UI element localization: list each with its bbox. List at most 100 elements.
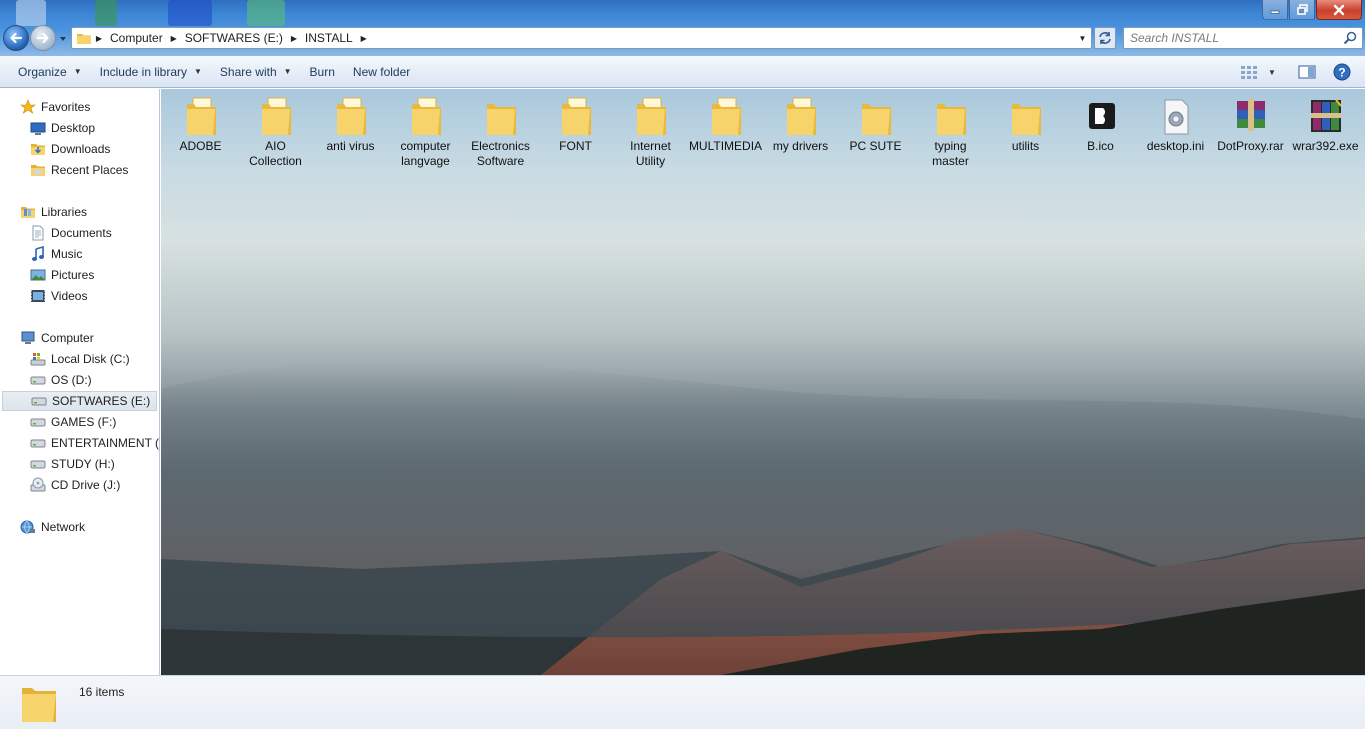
recent-places-icon (30, 162, 46, 178)
file-item-desktop-ini[interactable]: desktop.ini (1138, 89, 1213, 154)
icon-file-icon (1088, 103, 1115, 129)
chevron-right-icon[interactable]: ▶ (287, 34, 301, 43)
search-input[interactable] (1124, 28, 1334, 48)
file-item-b-ico[interactable]: B.ico (1063, 89, 1138, 154)
folder-icon (22, 688, 56, 722)
sidebar-item-study-h[interactable]: STUDY (H:) (0, 454, 159, 474)
sidebar-item-downloads[interactable]: Downloads (0, 139, 159, 159)
file-name: B.ico (1087, 139, 1114, 153)
sidebar-item-libraries[interactable]: Libraries (0, 202, 159, 222)
burn-button[interactable]: Burn (301, 56, 344, 87)
folder-item-adobe[interactable]: ADOBE (163, 89, 238, 154)
search-box[interactable] (1123, 27, 1363, 49)
organize-menu-button[interactable]: Organize ▼ (0, 56, 91, 87)
search-icon[interactable] (1343, 31, 1357, 45)
folder-item-multimedia[interactable]: MULTIMEDIA (688, 89, 763, 154)
refresh-icon (1099, 32, 1111, 44)
sidebar-item-label: GAMES (F:) (51, 415, 117, 429)
navigation-pane: Favorites Desktop Downloads Recent Place… (0, 89, 160, 675)
recent-pages-dropdown-icon[interactable] (58, 34, 68, 44)
breadcrumb-computer[interactable]: Computer (106, 28, 167, 48)
background-taskbar-hint (95, 0, 117, 26)
file-name: anti virus (326, 139, 375, 153)
arrow-right-icon (36, 32, 49, 44)
sidebar-item-label: Network (41, 520, 86, 534)
sidebar-item-label: STUDY (H:) (51, 457, 115, 471)
sidebar-item-pictures[interactable]: Pictures (0, 265, 159, 285)
pictures-icon (30, 267, 46, 283)
burn-label: Burn (309, 64, 335, 79)
sidebar-item-entertainment-g[interactable]: ENTERTAINMENT (G:) (0, 433, 159, 453)
sidebar-item-recent-places[interactable]: Recent Places (0, 160, 159, 180)
file-name: desktop.ini (1146, 139, 1205, 153)
chevron-down-icon: ▼ (1268, 67, 1276, 77)
sidebar-item-games-f[interactable]: GAMES (F:) (0, 412, 159, 432)
chevron-right-icon[interactable]: ▶ (92, 34, 106, 43)
sidebar-item-computer[interactable]: Computer (0, 328, 159, 348)
cd-drive-icon (30, 477, 46, 493)
folder-icon (936, 104, 966, 135)
address-history-dropdown-icon[interactable]: ▼ (1074, 28, 1091, 48)
minimize-icon (1270, 10, 1280, 14)
sidebar-item-label: SOFTWARES (E:) (52, 394, 151, 408)
help-button[interactable]: ? (1333, 56, 1351, 88)
share-with-button[interactable]: Share with ▼ (211, 56, 301, 87)
sidebar-item-os-d[interactable]: OS (D:) (0, 370, 159, 390)
folder-item-electronics-software[interactable]: Electronics Software (463, 89, 538, 169)
view-dropdown-button[interactable]: ▼ (1268, 56, 1276, 88)
breadcrumb-install[interactable]: INSTALL (301, 28, 357, 48)
sidebar-item-network[interactable]: Network (0, 517, 159, 537)
close-button[interactable] (1316, 0, 1362, 20)
change-view-button[interactable] (1240, 56, 1258, 88)
file-item-wrar392-exe[interactable]: wrar392.exe (1288, 89, 1363, 154)
back-button[interactable] (3, 25, 29, 51)
address-bar[interactable]: ▶ Computer ▶ SOFTWARES (E:) ▶ INSTALL ▶ … (71, 27, 1092, 49)
file-name: typing master (932, 139, 969, 168)
forward-button[interactable] (30, 25, 56, 51)
sidebar-item-documents[interactable]: Documents (0, 223, 159, 243)
sidebar-item-label: CD Drive (J:) (51, 478, 121, 492)
folder-item-my-drivers[interactable]: my drivers (763, 89, 838, 154)
folder-item-internet-utility[interactable]: Internet Utility (613, 89, 688, 169)
hard-drive-icon (30, 372, 46, 388)
document-icon (30, 225, 46, 241)
sidebar-item-favorites[interactable]: Favorites (0, 97, 159, 117)
sidebar-item-label: Pictures (51, 268, 95, 282)
sidebar-item-videos[interactable]: Videos (0, 286, 159, 306)
folder-item-computer-langvage[interactable]: computer langvage (388, 89, 463, 169)
title-bar: ▶ Computer ▶ SOFTWARES (E:) ▶ INSTALL ▶ … (0, 0, 1365, 56)
file-list-area[interactable]: ADOBE AIO Collection anti virus computer l… (161, 89, 1365, 675)
include-in-library-button[interactable]: Include in library ▼ (91, 56, 211, 87)
folder-item-pc-sute[interactable]: PC SUTE (838, 89, 913, 154)
arrow-left-icon (10, 32, 23, 44)
folder-item-font[interactable]: FONT (538, 89, 613, 154)
details-pane: 16 items (0, 675, 1365, 729)
sidebar-item-cd-drive-j[interactable]: CD Drive (J:) (0, 475, 159, 495)
preview-pane-button[interactable] (1298, 56, 1316, 88)
folder-item-aio-collection[interactable]: AIO Collection (238, 89, 313, 169)
libraries-icon (20, 204, 36, 220)
sidebar-item-desktop[interactable]: Desktop (0, 118, 159, 138)
breadcrumb-softwares[interactable]: SOFTWARES (E:) (181, 28, 287, 48)
folder-item-anti-virus[interactable]: anti virus (313, 89, 388, 154)
minimize-button[interactable] (1262, 0, 1288, 20)
sidebar-item-local-disk-c[interactable]: Local Disk (C:) (0, 349, 159, 369)
downloads-folder-icon (30, 141, 46, 157)
file-item-dotproxy-rar[interactable]: DotProxy.rar (1213, 89, 1288, 154)
sidebar-item-label: Documents (51, 226, 112, 240)
command-bar: Organize ▼ Include in library ▼ Share with… (0, 56, 1365, 88)
sidebar-item-softwares-e[interactable]: SOFTWARES (E:) (2, 391, 157, 411)
restore-button[interactable] (1289, 0, 1315, 20)
chevron-down-icon: ▼ (194, 67, 202, 76)
new-folder-button[interactable]: New folder (344, 56, 419, 87)
background-taskbar-hint (247, 0, 285, 26)
folder-item-utilits[interactable]: utilits (988, 89, 1063, 154)
refresh-button[interactable] (1094, 27, 1116, 49)
folder-item-typing-master[interactable]: typing master (913, 89, 988, 169)
sidebar-item-music[interactable]: Music (0, 244, 159, 264)
desktop-icon (30, 120, 46, 136)
chevron-right-icon[interactable]: ▶ (167, 34, 181, 43)
folder-icon (77, 34, 91, 44)
file-name: PC SUTE (849, 139, 902, 153)
chevron-right-icon[interactable]: ▶ (357, 34, 371, 43)
